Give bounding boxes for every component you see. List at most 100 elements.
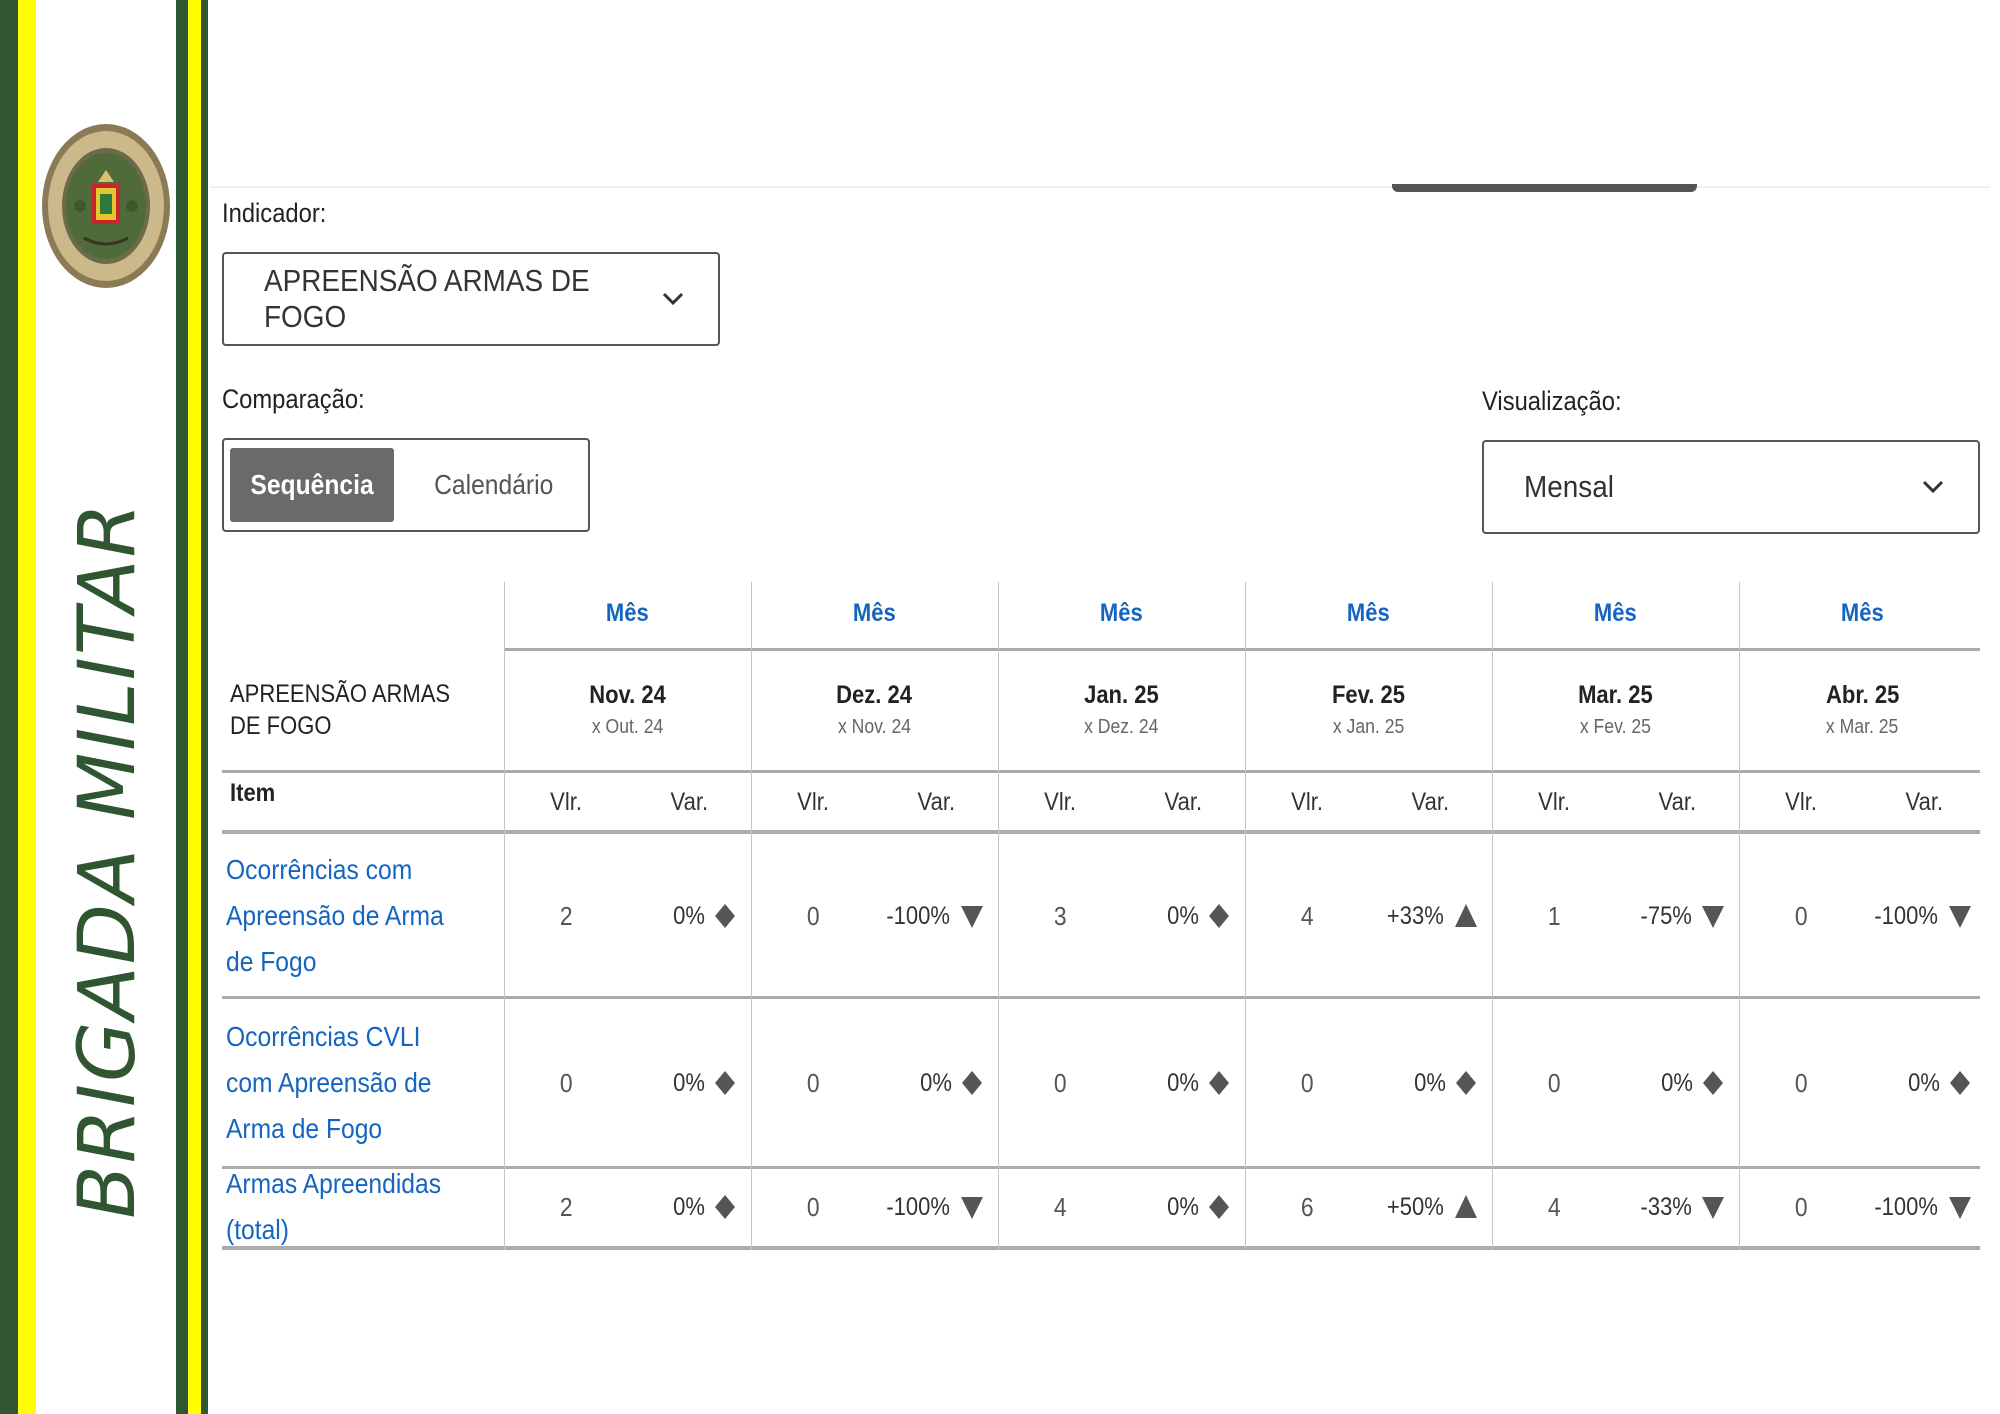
value-text: 0 (806, 1191, 820, 1222)
period-header: Nov. 24 x Out. 24 (504, 652, 751, 768)
var-cell: 0% (628, 998, 738, 1168)
var-column-header: Var. (875, 774, 999, 830)
period-header: Abr. 25 x Mar. 25 (1739, 652, 1986, 768)
var-text: +50% (1387, 1192, 1445, 1221)
period-header: Dez. 24 x Nov. 24 (751, 652, 998, 768)
item-link[interactable]: Ocorrências CVLI com Apreensão de Arma d… (226, 998, 498, 1168)
var-cell: 0% (1122, 998, 1232, 1168)
value-cell: 0 (504, 998, 628, 1168)
period-compare-label: x Out. 24 (591, 716, 664, 738)
value-header-label: Vlr. (1043, 787, 1076, 816)
period-label: Nov. 24 (589, 681, 666, 709)
brigada-militar-seal-logo (42, 124, 170, 288)
value-text: 4 (1547, 1191, 1561, 1222)
period-group-header: Mês (1739, 580, 1986, 646)
period-group-header: Mês (998, 580, 1245, 646)
value-cell: 6 (1245, 1168, 1369, 1246)
period-group-header: Mês (1492, 580, 1739, 646)
var-header-label: Var. (1411, 787, 1450, 816)
value-text: 4 (1053, 1191, 1067, 1222)
value-cell: 0 (998, 998, 1122, 1168)
var-cell: -75% (1616, 834, 1726, 998)
var-header-label: Var. (1658, 787, 1697, 816)
var-cell: +50% (1369, 1168, 1479, 1246)
item-label: Ocorrências CVLI com Apreensão de Arma d… (226, 1021, 432, 1144)
var-text: -100% (1874, 1192, 1938, 1221)
value-text: 3 (1053, 900, 1067, 931)
value-cell: 4 (998, 1168, 1122, 1246)
value-text: 0 (559, 1067, 573, 1098)
var-cell: 0% (1863, 998, 1973, 1168)
var-text: 0% (1414, 1068, 1446, 1097)
var-cell: -100% (1863, 1168, 1973, 1246)
value-header-label: Vlr. (1784, 787, 1817, 816)
triangle-down-icon (961, 906, 983, 928)
period-group-label: Mês (853, 598, 896, 627)
value-text: 4 (1300, 900, 1314, 931)
period-group-header: Mês (751, 580, 998, 646)
diamond-neutral-icon (715, 904, 735, 928)
indicador-label: Indicador: (222, 198, 327, 228)
var-column-header: Var. (1616, 774, 1740, 830)
diamond-neutral-icon (1703, 1071, 1723, 1095)
var-text: 0% (1167, 1068, 1199, 1097)
value-cell: 0 (1245, 998, 1369, 1168)
var-column-header: Var. (1369, 774, 1493, 830)
diamond-neutral-icon (962, 1071, 982, 1095)
sequencia-option[interactable]: Sequência (230, 448, 394, 522)
var-header-label: Var. (670, 787, 709, 816)
triangle-up-icon (1455, 1195, 1477, 1218)
var-cell: 0% (1122, 834, 1232, 998)
value-cell: 4 (1245, 834, 1369, 998)
var-cell: -100% (875, 1168, 985, 1246)
item-link[interactable]: Armas Apreendidas (total) (226, 1168, 498, 1246)
value-cell: 0 (751, 834, 875, 998)
item-link[interactable]: Ocorrências com Apreensão de Arma de Fog… (226, 834, 498, 998)
value-column-header: Vlr. (751, 774, 875, 830)
visualizacao-label: Visualização: (1482, 386, 1622, 416)
value-text: 2 (559, 1191, 573, 1222)
value-text: 0 (1794, 1191, 1808, 1222)
indicador-select[interactable]: APREENSÃO ARMAS DE FOGO (222, 252, 720, 346)
var-text: 0% (673, 1068, 705, 1097)
triangle-down-icon (1702, 1197, 1724, 1219)
value-cell: 0 (1739, 998, 1863, 1168)
value-cell: 2 (504, 1168, 628, 1246)
var-cell: 0% (1616, 998, 1726, 1168)
comparacao-toggle: Sequência Calendário (222, 438, 590, 532)
row-divider (222, 1246, 1980, 1250)
var-column-header: Var. (628, 774, 752, 830)
value-text: 0 (806, 1067, 820, 1098)
period-group-label: Mês (1841, 598, 1884, 627)
visualizacao-select[interactable]: Mensal (1482, 440, 1980, 534)
var-cell: 0% (875, 998, 985, 1168)
value-text: 1 (1547, 900, 1561, 931)
var-cell: 0% (1369, 998, 1479, 1168)
value-text: 0 (1547, 1067, 1561, 1098)
triangle-down-icon (1949, 1197, 1971, 1219)
value-column-header: Vlr. (1492, 774, 1616, 830)
var-text: -100% (1874, 901, 1938, 930)
var-text: 0% (1167, 901, 1199, 930)
chevron-down-icon (662, 292, 684, 306)
value-cell: 3 (998, 834, 1122, 998)
item-column-header: Item (230, 778, 276, 807)
var-cell: -100% (875, 834, 985, 998)
var-text: -100% (886, 901, 950, 930)
var-header-label: Var. (917, 787, 956, 816)
brand-vertical-text: BRIGADA MILITAR (63, 501, 153, 1219)
value-column-header: Vlr. (504, 774, 628, 830)
calendario-option[interactable]: Calendário (414, 448, 574, 522)
value-cell: 1 (1492, 834, 1616, 998)
value-column-header: Vlr. (1245, 774, 1369, 830)
diamond-neutral-icon (715, 1071, 735, 1095)
var-cell: 0% (1122, 1168, 1232, 1246)
value-cell: 2 (504, 834, 628, 998)
item-label: Armas Apreendidas (total) (226, 1168, 442, 1245)
chevron-down-icon (1922, 480, 1944, 494)
var-cell: -33% (1616, 1168, 1726, 1246)
var-text: 0% (920, 1068, 952, 1097)
value-cell: 0 (751, 998, 875, 1168)
value-text: 0 (1794, 1067, 1808, 1098)
var-text: +33% (1387, 901, 1445, 930)
